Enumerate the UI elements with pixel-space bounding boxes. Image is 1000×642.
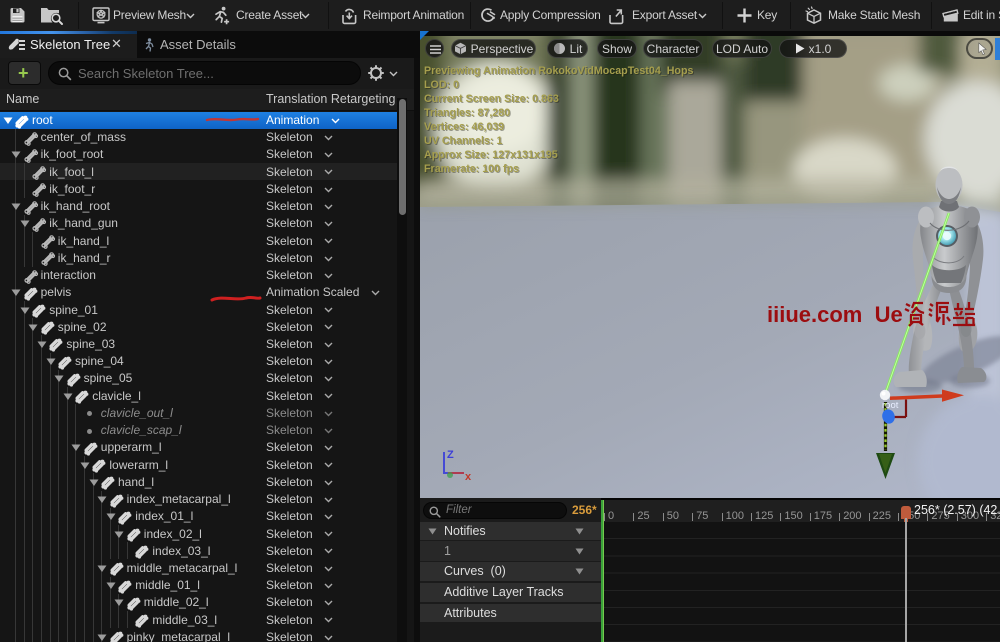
svg-text:Z: Z xyxy=(447,449,454,461)
svg-text:root: root xyxy=(882,400,899,411)
svg-text:x: x xyxy=(465,471,472,483)
